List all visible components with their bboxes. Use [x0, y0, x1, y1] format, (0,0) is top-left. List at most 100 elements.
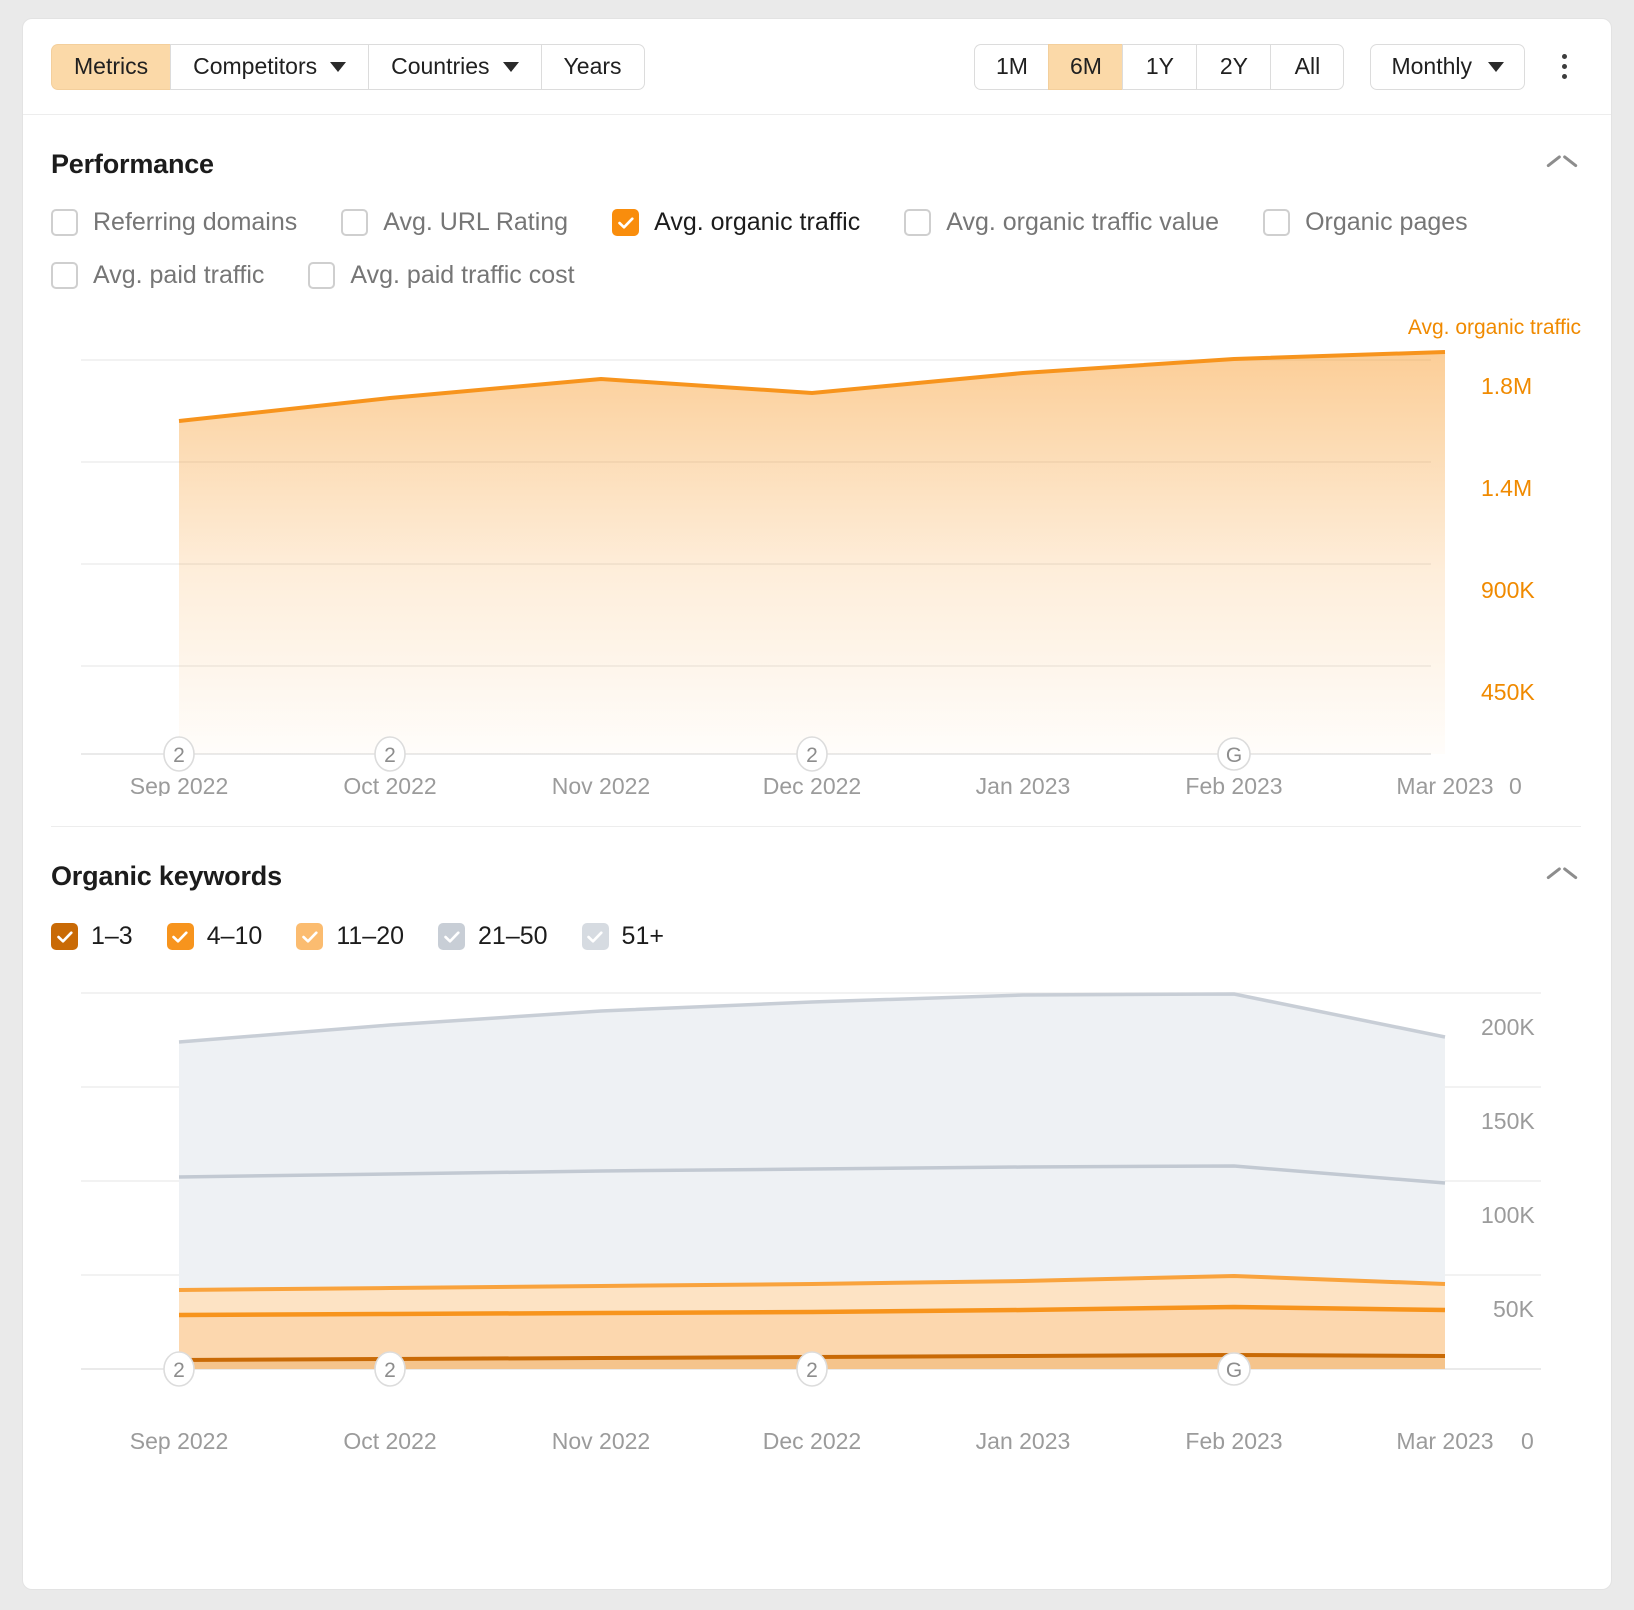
metric-label: Organic pages	[1305, 208, 1468, 236]
keyword-bucket-4-10[interactable]: 4–10	[166, 922, 262, 951]
kebab-menu-icon[interactable]	[1547, 44, 1581, 90]
svg-text:2: 2	[384, 744, 396, 767]
x-tick-label: Mar 2023	[1396, 773, 1493, 796]
period-1m[interactable]: 1M	[974, 43, 1049, 90]
x-tick-label: Oct 2022	[343, 1428, 436, 1454]
metric-referring-domains[interactable]: Referring domains	[51, 208, 297, 237]
metric-avg-organic-traffic[interactable]: Avg. organic traffic	[612, 208, 860, 237]
performance-series-label: Avg. organic traffic	[1407, 316, 1581, 339]
y-tick-label: 200K	[1481, 1014, 1535, 1040]
svg-text:G: G	[1226, 1359, 1242, 1382]
organic-keywords-chart-svg: 200K 150K 100K 50K 0 2 2 2 G Sep 2022 Oc…	[81, 992, 1541, 1454]
checkbox[interactable]	[296, 923, 324, 950]
period-1y[interactable]: 1Y	[1122, 43, 1197, 90]
y-tick-label: 50K	[1493, 1296, 1535, 1322]
checkbox[interactable]	[1263, 209, 1291, 236]
keyword-bucket-1-3[interactable]: 1–3	[51, 922, 133, 951]
annotation-badge-dec[interactable]: 2	[796, 736, 828, 772]
checkbox[interactable]	[51, 923, 78, 950]
metric-label: Avg. paid traffic cost	[350, 261, 575, 289]
annotation-badge-sep[interactable]: 2	[163, 736, 195, 772]
tab-countries[interactable]: Countries	[368, 43, 541, 90]
svg-text:2: 2	[173, 744, 185, 767]
x-tick-label: Mar 2023	[1396, 1428, 1493, 1454]
analytics-panel: Metrics Competitors Countries Years 1M 6…	[22, 18, 1612, 1590]
x-tick-label: Jan 2023	[976, 1428, 1071, 1454]
checkbox[interactable]	[612, 209, 640, 236]
organic-keywords-chart: 200K 150K 100K 50K 0 2 2 2 G Sep 2022 Oc…	[51, 985, 1581, 1455]
performance-header: Performance	[51, 115, 1581, 180]
svg-text:2: 2	[806, 1359, 818, 1382]
y-tick-label: 1.4M	[1481, 475, 1532, 501]
checkbox[interactable]	[51, 209, 78, 236]
annotation-badge-oct[interactable]: 2	[374, 1351, 406, 1387]
metric-label: Avg. URL Rating	[383, 208, 569, 236]
y-tick-label: 1.8M	[1481, 373, 1532, 399]
checkbox[interactable]	[341, 209, 369, 236]
svg-text:2: 2	[384, 1359, 396, 1382]
y-tick-label: 100K	[1481, 1202, 1535, 1228]
metric-checkbox-group: Referring domains Avg. URL Rating Avg. o…	[51, 208, 1581, 290]
organic-keywords-header: Organic keywords	[51, 827, 1581, 892]
period-all-label: All	[1294, 53, 1321, 79]
checkbox[interactable]	[166, 923, 194, 950]
chevron-up-icon[interactable]	[1547, 868, 1577, 886]
svg-text:2: 2	[806, 744, 818, 767]
metric-label: Referring domains	[93, 208, 298, 236]
tab-years-label: Years	[563, 53, 622, 79]
frequency-label: Monthly	[1391, 53, 1472, 79]
x-tick-label: Dec 2022	[763, 1428, 861, 1454]
tab-countries-label: Countries	[391, 53, 490, 79]
period-6m[interactable]: 6M	[1048, 43, 1123, 90]
y-tick-label: 150K	[1481, 1108, 1535, 1134]
tab-competitors[interactable]: Competitors	[170, 43, 369, 90]
metric-avg-url-rating[interactable]: Avg. URL Rating	[341, 208, 568, 237]
performance-chart: Avg. organic traffic 1.8M 1.4M 900K 450K…	[51, 316, 1581, 796]
tab-years[interactable]: Years	[540, 43, 645, 90]
svg-text:2: 2	[173, 1359, 185, 1382]
keyword-bucket-group: 1–3 4–10 11–20 21–50 51+	[51, 922, 1581, 951]
checkbox[interactable]	[904, 209, 932, 236]
metric-avg-paid-traffic[interactable]: Avg. paid traffic	[51, 261, 264, 290]
period-selector: 1M 6M 1Y 2Y All	[974, 43, 1345, 90]
checkbox[interactable]	[581, 923, 609, 950]
x-tick-label: Jan 2023	[976, 773, 1071, 796]
tab-competitors-label: Competitors	[193, 53, 318, 79]
x-tick-label: Dec 2022	[763, 773, 861, 796]
x-tick-label: Feb 2023	[1185, 1428, 1282, 1454]
metric-organic-pages[interactable]: Organic pages	[1263, 208, 1468, 237]
annotation-badge-dec[interactable]: 2	[796, 1351, 828, 1387]
checkbox[interactable]	[308, 262, 336, 289]
frequency-dropdown[interactable]: Monthly	[1370, 43, 1525, 90]
annotation-badge-google-feb[interactable]: G	[1217, 1352, 1251, 1386]
period-1m-label: 1M	[995, 53, 1028, 79]
checkbox[interactable]	[438, 923, 466, 950]
performance-chart-svg: 1.8M 1.4M 900K 450K 0 2 2 2 G Sep 2022 O…	[81, 350, 1535, 796]
keyword-bucket-label: 51+	[621, 922, 664, 950]
annotation-badge-oct[interactable]: 2	[374, 736, 406, 772]
chevron-up-icon[interactable]	[1547, 156, 1577, 174]
keyword-bucket-51-plus[interactable]: 51+	[581, 922, 664, 951]
annotation-badge-sep[interactable]: 2	[163, 1351, 195, 1387]
performance-area	[179, 352, 1445, 754]
y-tick-label: 900K	[1481, 577, 1535, 603]
keyword-bucket-11-20[interactable]: 11–20	[296, 922, 404, 951]
period-all[interactable]: All	[1270, 43, 1345, 90]
y-tick-label: 0	[1521, 1428, 1534, 1454]
x-tick-label: Feb 2023	[1185, 773, 1282, 796]
period-6m-label: 6M	[1069, 53, 1102, 79]
tab-metrics-label: Metrics	[74, 53, 149, 79]
keyword-bucket-label: 11–20	[336, 922, 405, 950]
chevron-down-icon	[502, 61, 519, 72]
keyword-bucket-label: 21–50	[478, 922, 548, 950]
checkbox[interactable]	[51, 262, 78, 289]
chevron-down-icon	[330, 61, 347, 72]
metric-avg-organic-traffic-value[interactable]: Avg. organic traffic value	[904, 208, 1219, 237]
annotation-badge-google-feb[interactable]: G	[1217, 737, 1251, 771]
keyword-bucket-21-50[interactable]: 21–50	[438, 922, 548, 951]
metric-avg-paid-traffic-cost[interactable]: Avg. paid traffic cost	[308, 261, 575, 290]
organic-keywords-section: Organic keywords 1–3 4–10 11–20 21–50 51…	[23, 827, 1611, 1455]
period-2y[interactable]: 2Y	[1196, 43, 1271, 90]
x-tick-label: Oct 2022	[343, 773, 436, 796]
tab-metrics[interactable]: Metrics	[51, 43, 171, 90]
